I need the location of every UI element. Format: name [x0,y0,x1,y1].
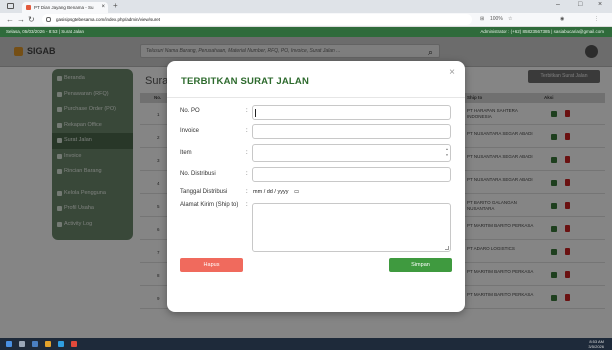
os-taskbar: 8:53 AM 3/5/2026 [0,338,612,350]
admin-contact: Administrator : (+62) 85823567385 | sasi… [480,29,604,34]
hapus-button[interactable]: Hapus [180,258,243,272]
modal-title: TERBITKAN SURAT JALAN [181,76,310,87]
terbitkan-modal: TERBITKAN SURAT JALAN × No. PO : Invoice… [167,61,465,312]
minimize-icon[interactable]: – [556,1,560,8]
reload-icon[interactable]: ↻ [28,15,35,24]
taskview-icon[interactable] [32,341,38,347]
distribusi-input[interactable] [252,167,451,182]
tanggal-date-input[interactable]: mm / dd / yyyy ▭ [253,189,299,195]
close-icon[interactable]: × [449,67,455,78]
url-text: gasisipsgtebesama.com/index.php/admin/vi… [56,17,161,22]
close-tab-icon[interactable]: × [101,2,105,13]
search-taskbar-icon[interactable] [19,341,25,347]
modal-divider [167,97,465,98]
po-input[interactable] [252,105,451,120]
item-label: Item [180,150,192,156]
profile-icon[interactable]: ◉ [560,16,564,22]
maximize-icon[interactable]: □ [578,1,582,8]
app-info-bar: Selasa, 05/03/2026 - 8:53 | Surat Jalan … [0,27,612,37]
alamat-colon: : [246,202,248,208]
forward-icon[interactable]: → [17,15,25,24]
zoom-level[interactable]: 100% [490,16,503,22]
date-value: mm / dd / yyyy [253,189,289,195]
browser-tabstrip: PT Dian Jayang Benama - Su × + – □ × [0,0,612,13]
tanggal-colon: : [246,189,248,195]
clock[interactable]: 8:53 AM 3/5/2026 [588,339,604,349]
chrome-icon[interactable] [71,341,77,347]
window-menu-icon[interactable] [7,3,14,9]
alamat-textarea[interactable] [252,203,451,252]
invoice-label: Invoice [180,128,200,134]
edge-icon[interactable] [58,341,64,347]
alamat-label: Alamat Kirim (Ship to) [180,202,239,208]
invoice-colon: : [246,128,248,134]
tab-title: PT Dian Jayang Benama - Su [34,5,94,10]
close-window-icon[interactable]: × [598,1,602,8]
browser-tab[interactable]: PT Dian Jayang Benama - Su × [22,2,108,13]
po-colon: : [246,108,248,114]
browser-toolbar: ← → ↻ gasisipsgtebesama.com/index.php/ad… [0,13,612,27]
simpan-button[interactable]: Simpan [389,258,452,272]
new-tab-icon[interactable]: + [113,1,118,10]
item-select[interactable]: ▲ ▼ [252,144,451,162]
back-icon[interactable]: ← [6,15,14,24]
site-favicon-icon [26,5,31,10]
lock-icon [46,17,51,22]
invoice-input[interactable] [252,124,451,139]
date-breadcrumb: Selasa, 05/03/2026 - 8:53 | Surat Jalan [6,29,84,34]
item-colon: : [246,150,248,156]
extensions-icon[interactable]: ⊞ [480,16,484,22]
distribusi-label: No. Distribusi [180,171,216,177]
browser-menu-icon[interactable]: ⋮ [594,16,599,22]
address-bar[interactable]: gasisipsgtebesama.com/index.php/admin/vi… [42,14,472,25]
calendar-icon[interactable]: ▭ [294,189,299,195]
resize-handle-icon[interactable] [445,246,449,250]
po-label: No. PO [180,108,200,114]
start-icon[interactable] [6,341,12,347]
tanggal-label: Tanggal Distribusi [180,189,228,195]
select-spinner-icon[interactable]: ▲ ▼ [445,146,449,158]
clock-date: 3/5/2026 [588,344,604,349]
distribusi-colon: : [246,171,248,177]
bookmark-star-icon[interactable]: ☆ [508,16,512,22]
text-caret [255,109,256,117]
explorer-icon[interactable] [45,341,51,347]
